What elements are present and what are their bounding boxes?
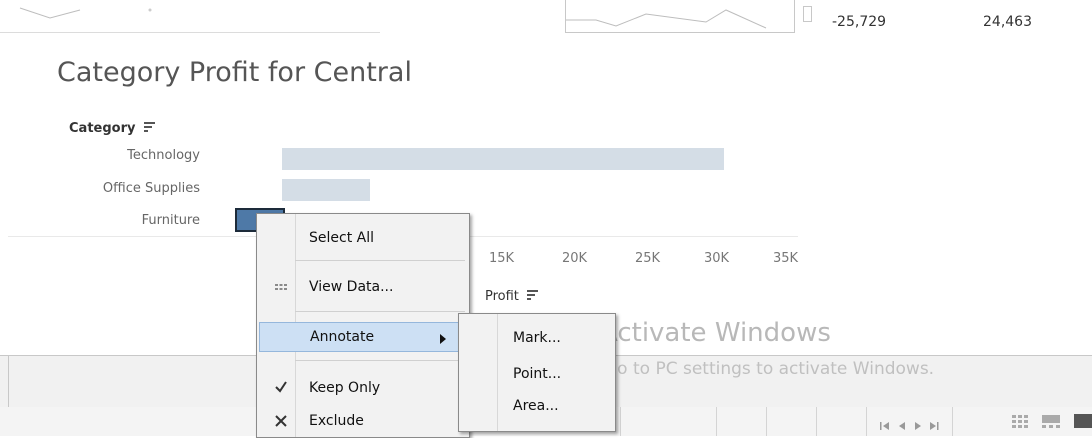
- x-axis-title[interactable]: Profit: [485, 289, 539, 305]
- status-divider: [620, 407, 621, 436]
- x-tick-20k: 20K: [562, 251, 588, 266]
- status-divider: [816, 407, 817, 436]
- menu-item-label: Exclude: [309, 413, 364, 429]
- annotate-submenu: Mark... Point... Area...: [458, 313, 616, 432]
- menu-separator: [295, 260, 465, 261]
- map-thumbnail-edge: [0, 0, 380, 33]
- first-page-icon[interactable]: [880, 416, 890, 435]
- grid-icon: [271, 278, 291, 297]
- x-tick-30k: 30K: [704, 251, 730, 266]
- submenu-item-label: Point...: [513, 366, 562, 382]
- bar-technology[interactable]: [282, 148, 724, 170]
- category-label-technology[interactable]: Technology: [10, 148, 200, 163]
- submenu-item-area[interactable]: Area...: [459, 392, 615, 422]
- menu-item-keep-only[interactable]: Keep Only: [257, 374, 469, 404]
- top-row-value-2: 24,463: [983, 14, 1032, 30]
- status-divider: [716, 407, 717, 436]
- sort-icon[interactable]: [527, 289, 539, 305]
- grid-view-icon[interactable]: [1012, 414, 1028, 433]
- submenu-item-label: Mark...: [513, 330, 561, 346]
- x-icon: [271, 412, 291, 431]
- page-title: Category Profit for Central: [57, 57, 412, 88]
- menu-item-view-data[interactable]: View Data...: [257, 273, 469, 303]
- check-icon: [271, 379, 291, 398]
- menu-item-select-all[interactable]: Select All: [257, 224, 469, 254]
- category-label-furniture[interactable]: Furniture: [10, 213, 200, 228]
- next-page-icon[interactable]: [914, 416, 922, 435]
- menu-item-label: Select All: [309, 230, 374, 246]
- bar-divider: [8, 356, 9, 407]
- category-header-label: Category: [69, 121, 136, 136]
- menu-item-label: Keep Only: [309, 380, 381, 396]
- menu-separator: [295, 311, 465, 312]
- menu-item-exclude[interactable]: Exclude: [257, 407, 469, 437]
- last-page-icon[interactable]: [929, 416, 939, 435]
- activate-windows-subtitle: Go to PC settings to activate Windows.: [604, 359, 935, 379]
- menu-separator: [295, 360, 465, 361]
- category-header[interactable]: Category: [69, 121, 155, 137]
- status-divider: [766, 407, 767, 436]
- prev-page-icon[interactable]: [898, 416, 906, 435]
- status-divider: [866, 407, 867, 436]
- submenu-arrow-icon: [440, 332, 446, 348]
- x-tick-35k: 35K: [773, 251, 799, 266]
- bar-office-supplies[interactable]: [282, 179, 370, 201]
- sort-icon[interactable]: [144, 121, 155, 137]
- category-label-office-supplies[interactable]: Office Supplies: [10, 181, 200, 196]
- presentation-view-icon[interactable]: [1074, 414, 1092, 428]
- status-divider: [952, 407, 953, 436]
- filmstrip-icon[interactable]: [1042, 414, 1060, 433]
- x-axis-title-label: Profit: [485, 289, 519, 304]
- context-menu: Select All View Data... Annotate Keep On…: [256, 213, 470, 438]
- menu-item-label: View Data...: [309, 279, 394, 295]
- menu-item-label: Annotate: [310, 329, 375, 345]
- submenu-item-label: Area...: [513, 398, 559, 414]
- map-fragment-icon: [19, 7, 152, 19]
- menu-item-annotate[interactable]: Annotate: [259, 322, 465, 352]
- map-scrollbar[interactable]: [803, 6, 812, 22]
- x-tick-15k: 15K: [489, 251, 515, 266]
- map-region-icon: [566, 9, 767, 29]
- submenu-item-point[interactable]: Point...: [459, 360, 615, 390]
- x-tick-25k: 25K: [635, 251, 661, 266]
- top-strip: -25,729 24,463: [0, 0, 1092, 40]
- activate-windows-title: Activate Windows: [600, 318, 831, 348]
- top-row-value-1: -25,729: [832, 14, 887, 30]
- submenu-item-mark[interactable]: Mark...: [459, 324, 615, 354]
- map-region-edge: [565, 0, 795, 33]
